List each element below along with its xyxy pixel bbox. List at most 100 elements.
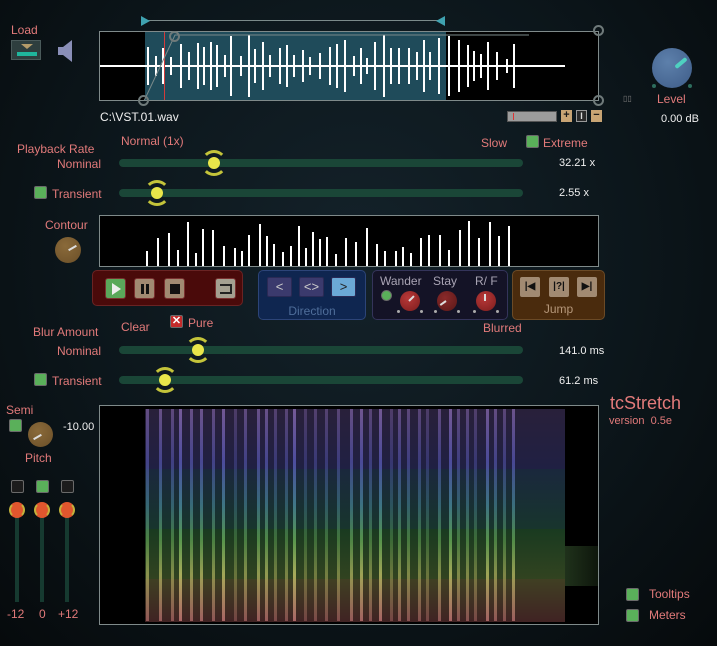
meters-label: Meters [649, 608, 686, 622]
range-start-marker[interactable] [141, 16, 150, 26]
envelope-handle-top-right[interactable] [593, 25, 604, 36]
blur-transient-slider[interactable] [119, 376, 523, 384]
playback-transient-thumb[interactable] [144, 180, 171, 206]
pure-checkbox[interactable]: ✕ [170, 315, 183, 328]
contour-display [99, 215, 599, 267]
envelope-handle-peak[interactable] [169, 31, 180, 42]
blur-transient-value: 61.2 ms [559, 375, 599, 387]
jump-random-button[interactable]: |?| [549, 277, 569, 297]
pitch-label: Pitch [25, 451, 52, 465]
direction-backward-button[interactable]: < [267, 277, 292, 297]
playback-transient-label: Transient [52, 187, 102, 201]
playback-transient-checkbox[interactable] [34, 186, 47, 199]
envelope-handle-start[interactable] [138, 95, 149, 106]
playback-nominal-value: 32.21 x [559, 157, 596, 169]
blur-transient-checkbox[interactable] [34, 373, 47, 386]
playhead-cursor[interactable] [164, 32, 165, 100]
jump-label: Jump [543, 302, 574, 316]
pitch-minus12-checkbox[interactable] [11, 480, 24, 493]
blur-nominal-thumb[interactable] [184, 337, 211, 363]
semi-checkbox[interactable] [9, 419, 22, 432]
range-end-marker[interactable] [436, 16, 445, 26]
pause-icon [141, 284, 144, 294]
wander-panel: Wander Stay R/ F [372, 270, 508, 320]
wander-knob[interactable] [397, 291, 423, 313]
rf-label: R/ F [475, 274, 498, 288]
zoom-scrollbar[interactable] [507, 111, 557, 122]
pitch-minus12-slider[interactable] [15, 512, 19, 602]
pitch-minus12-label: -12 [7, 607, 25, 621]
blur-nominal-value: 141.0 ms [559, 345, 605, 357]
blur-transient-thumb[interactable] [152, 367, 179, 393]
wander-label: Wander [380, 274, 422, 288]
pitch-minus12-thumb[interactable] [9, 502, 25, 518]
playback-range-line [147, 20, 440, 21]
blur-amount-title: Blur Amount [33, 325, 99, 339]
tooltips-checkbox[interactable] [626, 588, 639, 601]
playback-slow-label: Slow [481, 136, 508, 150]
pitch-zero-checkbox[interactable] [36, 480, 49, 493]
playback-nominal-thumb[interactable] [200, 150, 227, 176]
blur-clear-label: Clear [121, 320, 150, 334]
app-title: tcStretch [610, 393, 682, 413]
stay-knob[interactable] [434, 291, 460, 313]
zoom-out-button[interactable]: − [591, 110, 602, 122]
playback-transient-slider[interactable] [119, 189, 523, 197]
jump-start-button[interactable]: |◀ [520, 277, 540, 297]
x-icon: ✕ [171, 315, 182, 327]
pitch-zero-thumb[interactable] [34, 502, 50, 518]
loop-button[interactable] [215, 278, 236, 299]
load-label: Load [11, 23, 38, 37]
spectrogram-display [99, 405, 599, 625]
pitch-plus12-label: +12 [58, 607, 79, 621]
playback-transient-value: 2.55 x [559, 187, 589, 199]
direction-both-button[interactable]: <> [299, 277, 324, 297]
zoom-in-button[interactable]: + [561, 110, 572, 122]
pure-label: Pure [188, 316, 214, 330]
direction-panel: < <> > Direction [258, 270, 366, 320]
blur-blurred-label: Blurred [483, 321, 522, 335]
wander-enable-toggle[interactable] [381, 290, 392, 301]
pitch-plus12-checkbox[interactable] [61, 480, 74, 493]
load-arrow-icon [21, 44, 33, 49]
playback-normal-label: Normal (1x) [121, 134, 184, 148]
zoom-reset-button[interactable]: I [576, 110, 587, 122]
blur-nominal-slider[interactable] [119, 346, 523, 354]
transport-panel [92, 270, 243, 306]
stop-icon [170, 284, 180, 294]
pitch-value: -10.00 [63, 421, 95, 433]
direction-forward-button[interactable]: > [331, 277, 356, 297]
speaker-icon[interactable] [58, 40, 74, 62]
playback-nominal-label: Nominal [57, 157, 102, 171]
loop-icon [220, 284, 232, 294]
pitch-knob[interactable] [28, 422, 53, 447]
extreme-checkbox[interactable] [526, 135, 539, 148]
stop-button[interactable] [164, 278, 185, 299]
blur-nominal-label: Nominal [57, 344, 102, 358]
level-label: Level [657, 92, 686, 106]
playback-rate-title: Playback Rate [17, 142, 95, 156]
pitch-zero-slider[interactable] [40, 512, 44, 602]
extreme-label: Extreme [543, 136, 588, 150]
pitch-plus12-slider[interactable] [65, 512, 69, 602]
stay-label: Stay [433, 274, 458, 288]
semi-label: Semi [6, 403, 34, 417]
pitch-plus12-thumb[interactable] [59, 502, 75, 518]
level-knob[interactable] [652, 48, 692, 88]
level-value: 0.00 dB [661, 113, 699, 125]
level-meter-icon: ▯▯ [623, 94, 632, 103]
pitch-zero-label: 0 [39, 607, 46, 621]
rf-knob[interactable] [473, 291, 499, 313]
contour-knob[interactable] [55, 237, 81, 263]
meters-checkbox[interactable] [626, 609, 639, 622]
jump-end-button[interactable]: ▶| [577, 277, 597, 297]
play-button[interactable] [105, 278, 126, 299]
app-version: version 0.5e [609, 415, 673, 427]
direction-label: Direction [288, 304, 336, 318]
load-button[interactable] [11, 40, 41, 60]
envelope-handle-bottom-right[interactable] [593, 95, 604, 106]
blur-transient-label: Transient [52, 374, 102, 388]
play-icon [112, 283, 121, 295]
playback-nominal-slider[interactable] [119, 159, 523, 167]
pause-button[interactable] [134, 278, 155, 299]
